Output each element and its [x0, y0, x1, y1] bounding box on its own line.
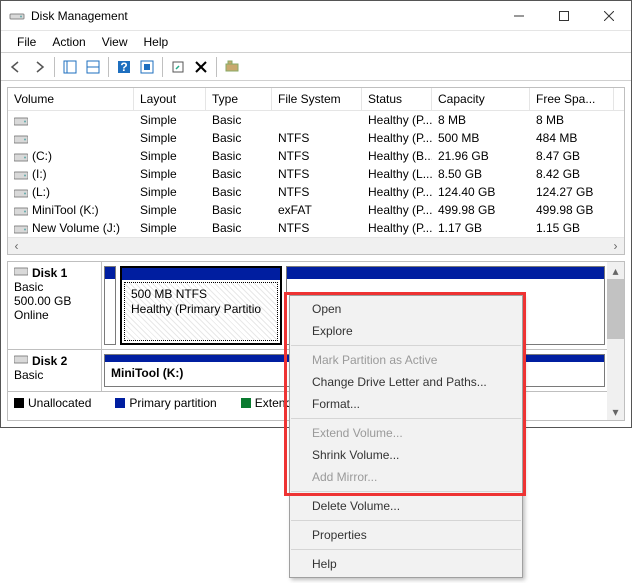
delete-icon[interactable]: [190, 56, 212, 78]
ctx-explore[interactable]: Explore: [290, 320, 522, 342]
ctx-open[interactable]: Open: [290, 298, 522, 320]
disk1-partition-0[interactable]: [104, 266, 116, 345]
vertical-scrollbar[interactable]: ▴ ▾: [607, 262, 624, 420]
table-row[interactable]: SimpleBasicNTFSHealthy (P...500 MB484 MB: [8, 129, 624, 147]
ctx-change-drive-letter[interactable]: Change Drive Letter and Paths...: [290, 371, 522, 393]
col-capacity[interactable]: Capacity: [432, 88, 530, 110]
disk2-header[interactable]: Disk 2 Basic: [8, 350, 102, 391]
titlebar[interactable]: Disk Management: [1, 1, 631, 31]
disk1-status: Online: [14, 308, 95, 322]
disk-icon: [14, 266, 28, 280]
view-graphic-icon[interactable]: [82, 56, 104, 78]
menu-action[interactable]: Action: [44, 33, 93, 51]
table-row[interactable]: SimpleBasicHealthy (P...8 MB8 MB: [8, 111, 624, 129]
table-row[interactable]: (L:)SimpleBasicNTFSHealthy (P...124.40 G…: [8, 183, 624, 201]
disk1-header[interactable]: Disk 1 Basic 500.00 GB Online: [8, 262, 102, 349]
col-type[interactable]: Type: [206, 88, 272, 110]
horizontal-scrollbar[interactable]: ‹ ›: [8, 237, 624, 254]
drive-icon: [14, 170, 28, 180]
ctx-extend-volume[interactable]: Extend Volume...: [290, 422, 522, 444]
drive-icon: [14, 206, 28, 216]
table-row[interactable]: New Volume (J:)SimpleBasicNTFSHealthy (P…: [8, 219, 624, 237]
ctx-properties[interactable]: Properties: [290, 524, 522, 546]
disk1-partition-selected[interactable]: 500 MB NTFS Healthy (Primary Partitio: [120, 266, 282, 345]
col-freespace[interactable]: Free Spa...: [530, 88, 614, 110]
menu-view[interactable]: View: [94, 33, 136, 51]
menubar: File Action View Help: [1, 31, 631, 53]
partition-size-label: 500 MB NTFS: [131, 287, 271, 302]
scroll-down-icon[interactable]: ▾: [607, 403, 624, 420]
scroll-left-icon[interactable]: ‹: [8, 238, 25, 255]
window-title: Disk Management: [31, 9, 496, 23]
rescan-icon[interactable]: [221, 56, 243, 78]
table-row[interactable]: (I:)SimpleBasicNTFSHealthy (L...8.50 GB8…: [8, 165, 624, 183]
menu-file[interactable]: File: [9, 33, 44, 51]
table-row[interactable]: (C:)SimpleBasicNTFSHealthy (B...21.96 GB…: [8, 147, 624, 165]
toolbar: ?: [1, 53, 631, 81]
menu-help[interactable]: Help: [136, 33, 177, 51]
disk2-name: Disk 2: [32, 354, 67, 368]
ctx-delete-volume[interactable]: Delete Volume...: [290, 495, 522, 517]
legend-unallocated: Unallocated: [28, 396, 91, 410]
legend-primary: Primary partition: [129, 396, 216, 410]
ctx-add-mirror[interactable]: Add Mirror...: [290, 466, 522, 488]
drive-icon: [14, 188, 28, 198]
drive-icon: [14, 224, 28, 234]
disk2-part-label: MiniTool (K:): [111, 366, 183, 380]
scroll-right-icon[interactable]: ›: [607, 238, 624, 255]
scroll-up-icon[interactable]: ▴: [607, 262, 624, 279]
partition-status-label: Healthy (Primary Partitio: [131, 302, 271, 317]
col-volume[interactable]: Volume: [8, 88, 134, 110]
context-menu: Open Explore Mark Partition as Active Ch…: [289, 295, 523, 578]
svg-text:?: ?: [120, 60, 127, 74]
ctx-shrink-volume[interactable]: Shrink Volume...: [290, 444, 522, 466]
settings-icon[interactable]: [136, 56, 158, 78]
disk-management-window: Disk Management File Action View Help ? …: [0, 0, 632, 428]
disk1-basic: Basic: [14, 280, 95, 294]
col-status[interactable]: Status: [362, 88, 432, 110]
drive-icon: [14, 116, 28, 126]
view-list-icon[interactable]: [59, 56, 81, 78]
table-row[interactable]: MiniTool (K:)SimpleBasicexFATHealthy (P.…: [8, 201, 624, 219]
refresh-icon[interactable]: [167, 56, 189, 78]
column-headers: Volume Layout Type File System Status Ca…: [8, 88, 624, 111]
col-filesystem[interactable]: File System: [272, 88, 362, 110]
drive-icon: [14, 152, 28, 162]
forward-button[interactable]: [28, 56, 50, 78]
disk1-size: 500.00 GB: [14, 294, 95, 308]
col-layout[interactable]: Layout: [134, 88, 206, 110]
ctx-help[interactable]: Help: [290, 553, 522, 575]
maximize-button[interactable]: [541, 1, 586, 30]
app-icon: [9, 8, 25, 24]
volume-list: Volume Layout Type File System Status Ca…: [7, 87, 625, 255]
drive-icon: [14, 134, 28, 144]
ctx-mark-active[interactable]: Mark Partition as Active: [290, 349, 522, 371]
minimize-button[interactable]: [496, 1, 541, 30]
disk-icon: [14, 354, 28, 368]
close-button[interactable]: [586, 1, 631, 30]
disk1-name: Disk 1: [32, 266, 67, 280]
back-button[interactable]: [5, 56, 27, 78]
help-icon[interactable]: ?: [113, 56, 135, 78]
ctx-format[interactable]: Format...: [290, 393, 522, 415]
disk2-basic: Basic: [14, 368, 95, 382]
